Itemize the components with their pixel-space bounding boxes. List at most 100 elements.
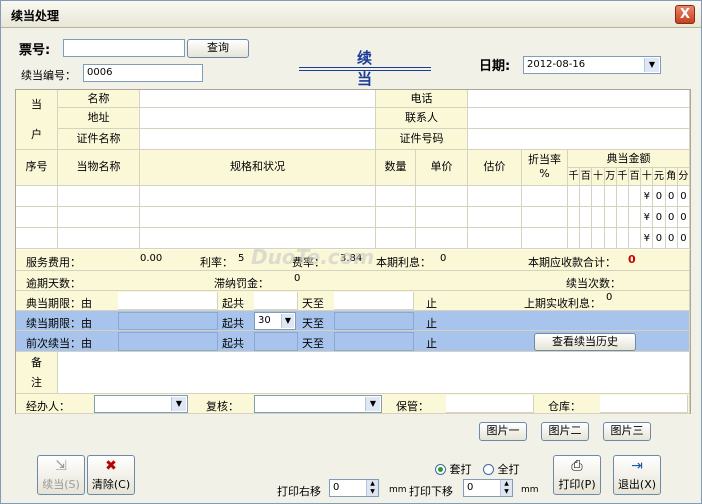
prev-days-field[interactable] xyxy=(254,332,298,351)
handler-select[interactable]: ▼ xyxy=(94,395,188,413)
amount-digit-cell xyxy=(616,228,629,249)
phone-label: 电话 xyxy=(376,90,468,108)
table-cell[interactable] xyxy=(416,228,468,249)
warehouse-field[interactable] xyxy=(600,395,688,413)
col-qty: 数量 xyxy=(376,150,416,186)
stepper-arrows-icon[interactable]: ▲ ▼ xyxy=(500,480,512,496)
amount-digit-cell xyxy=(629,207,642,228)
amount-digit-cell: ¥ xyxy=(641,207,654,228)
picture-2-button[interactable]: 图片二 xyxy=(541,422,589,441)
amount-digit-header-cell: 十 xyxy=(592,168,605,186)
date-label: 日期: xyxy=(479,59,511,74)
keeper-field[interactable] xyxy=(446,395,534,413)
amount-digit-cell xyxy=(592,186,605,207)
picture-3-button[interactable]: 图片三 xyxy=(603,422,651,441)
chevron-down-icon[interactable]: ▼ xyxy=(171,397,186,411)
last-interest-label: 上期实收利息： xyxy=(524,297,601,310)
chevron-down-icon[interactable]: ▼ xyxy=(365,397,380,411)
amount-digit-cell: 0 xyxy=(665,228,678,249)
amount-digit-header-cell: 十 xyxy=(641,168,654,186)
renew-window: 续当处理 X 票号: 查询 续当编号： 0006 续 当 日期: 2012-08… xyxy=(0,0,702,504)
table-cell[interactable] xyxy=(468,186,522,207)
clear-button[interactable]: ✖ 清除(C) xyxy=(87,455,135,495)
table-cell[interactable] xyxy=(468,228,522,249)
window-title: 续当处理 xyxy=(11,9,60,23)
pawn-end-field[interactable] xyxy=(334,292,414,310)
interest-value: 0 xyxy=(440,253,447,264)
renew-days-select[interactable]: 30 ▼ xyxy=(254,312,296,330)
chevron-down-icon[interactable]: ▼ xyxy=(281,314,294,328)
table-cell[interactable] xyxy=(16,186,58,207)
phone-field[interactable] xyxy=(468,90,690,108)
id-name-field[interactable] xyxy=(140,129,376,150)
renew-start-word: 起共 xyxy=(222,317,244,330)
late-fee-value: 0 xyxy=(294,273,301,284)
table-cell[interactable] xyxy=(16,228,58,249)
pawn-days-field[interactable] xyxy=(254,292,298,310)
date-picker[interactable]: 2012-08-16 ▼ xyxy=(523,56,661,74)
table-cell[interactable] xyxy=(376,207,416,228)
overdue-label: 逾期天数： xyxy=(26,277,81,290)
radio-full[interactable] xyxy=(483,464,494,475)
ticket-input[interactable] xyxy=(63,39,185,57)
prev-start-field[interactable] xyxy=(118,332,218,351)
pawn-start-field[interactable] xyxy=(118,292,218,310)
handler-label: 经办人： xyxy=(26,400,70,413)
table-cell[interactable] xyxy=(522,228,568,249)
remark-field[interactable] xyxy=(58,352,690,394)
customer-side-label: 当 户 xyxy=(16,90,58,150)
id-no-field[interactable] xyxy=(468,129,690,150)
table-cell[interactable] xyxy=(58,228,140,249)
amount-digit-cell xyxy=(580,228,593,249)
table-cell[interactable] xyxy=(522,207,568,228)
renew-count-label: 续当次数： xyxy=(566,277,621,290)
table-cell[interactable] xyxy=(16,207,58,228)
renew-no-input[interactable]: 0006 xyxy=(83,64,203,82)
chevron-down-icon[interactable]: ▼ xyxy=(644,58,659,72)
address-field[interactable] xyxy=(140,108,376,129)
table-cell[interactable] xyxy=(468,207,522,228)
table-cell[interactable] xyxy=(416,186,468,207)
prev-end-field[interactable] xyxy=(334,332,414,351)
table-cell[interactable] xyxy=(376,228,416,249)
reviewer-select[interactable]: ▼ xyxy=(254,395,382,413)
radio-overlay[interactable] xyxy=(435,464,446,475)
customer-side-char-2: 户 xyxy=(31,128,42,141)
query-button[interactable]: 查询 xyxy=(187,39,249,58)
table-cell[interactable] xyxy=(522,186,568,207)
print-right-stepper[interactable]: 0 ▲ ▼ xyxy=(329,479,379,497)
col-spec: 规格和状况 xyxy=(140,150,376,186)
keeper-label: 保管： xyxy=(396,400,429,413)
picture-1-button[interactable]: 图片一 xyxy=(479,422,527,441)
renew-button[interactable]: ⇲ 续当(S) xyxy=(37,455,85,495)
table-cell[interactable] xyxy=(416,207,468,228)
table-cell[interactable] xyxy=(140,186,376,207)
print-button[interactable]: ⎙ 打印(P) xyxy=(553,455,601,495)
amount-digit-cell xyxy=(580,207,593,228)
amount-digit-cell xyxy=(604,228,617,249)
print-down-stepper[interactable]: 0 ▲ ▼ xyxy=(463,479,513,497)
print-button-label: 打印(P) xyxy=(558,478,596,491)
reviewer-label: 复核： xyxy=(206,400,239,413)
print-down-value: 0 xyxy=(467,482,474,493)
table-cell[interactable] xyxy=(58,186,140,207)
table-cell[interactable] xyxy=(140,207,376,228)
last-interest-value: 0 xyxy=(606,292,613,303)
watermark-text: DuoTe.com xyxy=(251,245,375,269)
exit-button[interactable]: ⇥ 退出(X) xyxy=(613,455,661,495)
table-cell[interactable] xyxy=(58,207,140,228)
name-field[interactable] xyxy=(140,90,376,108)
view-history-button[interactable]: 查看续当历史 xyxy=(534,333,636,351)
renew-start-field[interactable] xyxy=(118,312,218,330)
pawn-period-label: 典当期限：由 xyxy=(26,297,92,310)
contact-field[interactable] xyxy=(468,108,690,129)
amount-digit-header-cell: 千 xyxy=(568,168,581,186)
print-right-label: 打印右移 xyxy=(277,485,321,498)
amount-digit-cell: 0 xyxy=(677,228,690,249)
close-button[interactable]: X xyxy=(675,5,695,24)
table-cell[interactable] xyxy=(376,186,416,207)
amount-digit-cell xyxy=(629,228,642,249)
stepper-arrows-icon[interactable]: ▲ ▼ xyxy=(366,480,378,496)
amount-digit-cell xyxy=(604,186,617,207)
renew-end-field[interactable] xyxy=(334,312,414,330)
